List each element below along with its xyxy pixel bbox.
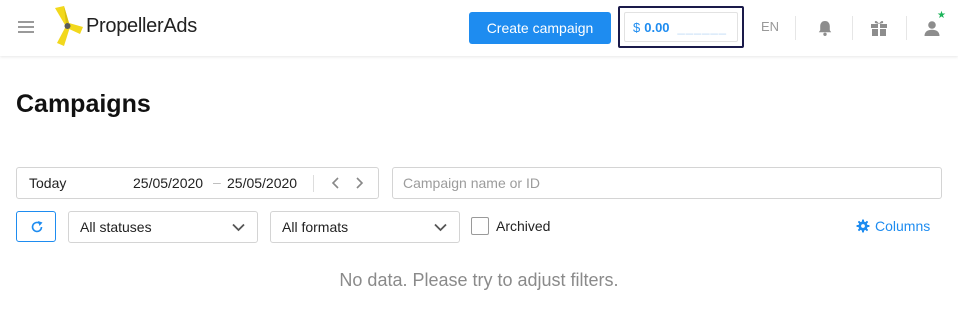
hamburger-menu-icon[interactable] bbox=[18, 21, 34, 35]
chevron-left-icon[interactable] bbox=[329, 174, 343, 192]
balance-currency: $ bbox=[633, 19, 641, 35]
create-campaign-button[interactable]: Create campaign bbox=[469, 12, 611, 44]
header-divider bbox=[795, 16, 796, 40]
language-switcher[interactable]: EN bbox=[761, 19, 779, 34]
gear-icon bbox=[856, 219, 870, 233]
top-header: PropellerAds Create campaign $ 0.00 ____… bbox=[0, 0, 958, 56]
archived-checkbox[interactable] bbox=[471, 217, 489, 235]
balance-value: 0.00 bbox=[644, 19, 670, 35]
balance-widget[interactable]: $ 0.00 ______ bbox=[624, 12, 738, 42]
header-divider bbox=[906, 16, 907, 40]
chevron-right-icon[interactable] bbox=[352, 174, 366, 192]
status-select-label: All statuses bbox=[80, 219, 152, 235]
campaign-search-input[interactable] bbox=[392, 167, 942, 199]
archived-label[interactable]: Archived bbox=[496, 218, 550, 234]
page-title: Campaigns bbox=[16, 90, 151, 118]
chevron-down-icon bbox=[434, 223, 447, 232]
date-separator: – bbox=[213, 174, 221, 190]
date-from[interactable]: 25/05/2020 bbox=[133, 175, 203, 191]
notification-star-icon: ★ bbox=[937, 10, 946, 21]
propeller-logo-icon bbox=[55, 6, 83, 46]
propellerads-logo[interactable]: PropellerAds bbox=[52, 5, 197, 47]
columns-settings-link[interactable]: Columns bbox=[856, 218, 930, 234]
gift-icon[interactable] bbox=[869, 18, 889, 38]
date-preset[interactable]: Today bbox=[29, 175, 66, 191]
date-range-picker[interactable]: Today 25/05/2020 – 25/05/2020 bbox=[16, 167, 379, 199]
refresh-button[interactable] bbox=[16, 211, 56, 242]
columns-label: Columns bbox=[875, 218, 931, 234]
chevron-down-icon bbox=[232, 223, 245, 232]
status-select[interactable]: All statuses bbox=[68, 211, 258, 243]
date-divider bbox=[313, 175, 314, 192]
date-to[interactable]: 25/05/2020 bbox=[227, 175, 297, 191]
empty-state-message: No data. Please try to adjust filters. bbox=[339, 270, 619, 290]
logo-text: PropellerAds bbox=[86, 14, 197, 37]
format-select[interactable]: All formats bbox=[270, 211, 460, 243]
balance-placeholder: ______ bbox=[677, 19, 727, 35]
refresh-icon bbox=[31, 221, 43, 233]
format-select-label: All formats bbox=[282, 219, 349, 235]
header-divider bbox=[852, 16, 853, 40]
user-icon[interactable] bbox=[922, 18, 942, 38]
bell-icon[interactable] bbox=[815, 18, 835, 38]
